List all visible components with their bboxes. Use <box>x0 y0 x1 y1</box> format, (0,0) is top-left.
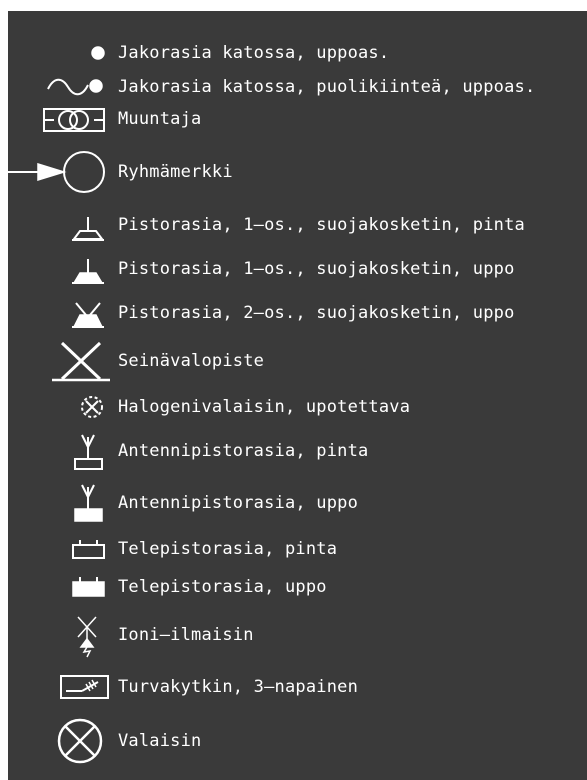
legend-item: Antennipistorasia, pinta <box>8 429 587 473</box>
legend-item-label: Telepistorasia, pinta <box>118 539 338 559</box>
legend-item: Halogenivalaisin, upotettava <box>8 387 587 427</box>
legend-item-label: Halogenivalaisin, upotettava <box>118 397 411 417</box>
socket-earthed-flush-icon <box>72 259 104 284</box>
legend-item-label: Pistorasia, 1–os., suojakosketin, uppo <box>118 259 515 279</box>
transformer-icon <box>43 108 105 132</box>
legend-item-label: Ioni–ilmaisin <box>118 625 254 645</box>
legend-item-label: Pistorasia, 2–os., suojakosketin, uppo <box>118 303 515 323</box>
group-mark-icon <box>0 151 105 193</box>
recessed-halogen-light-icon <box>81 396 103 418</box>
socket-earthed-surface-icon <box>72 217 104 241</box>
legend-item: Pistorasia, 1–os., suojakosketin, pinta <box>8 205 587 245</box>
safety-switch-3-pole-icon <box>60 675 109 699</box>
symbol-legend: Jakorasia katossa, uppoas. Jakorasia kat… <box>0 11 587 780</box>
legend-item: Seinävalopiste <box>8 339 587 383</box>
legend-item-label: Antennipistorasia, uppo <box>118 493 359 513</box>
legend-item-label: Valaisin <box>118 731 202 751</box>
legend-item-label: Seinävalopiste <box>118 351 265 371</box>
legend-item: Telepistorasia, uppo <box>8 567 587 607</box>
legend-item: Turvakytkin, 3–napainen <box>8 667 587 707</box>
antenna-socket-surface-icon <box>74 434 103 470</box>
telephone-socket-flush-icon <box>72 577 105 597</box>
ion-smoke-detector-icon <box>77 616 97 658</box>
legend-item: Ryhmämerkki <box>0 149 587 195</box>
luminaire-icon <box>57 718 103 764</box>
legend-item-label: Antennipistorasia, pinta <box>118 441 369 461</box>
legend-item: Pistorasia, 1–os., suojakosketin, uppo <box>8 249 587 289</box>
wall-light-point-icon <box>52 341 110 382</box>
legend-item: Ioni–ilmaisin <box>8 611 587 659</box>
legend-item-label: Telepistorasia, uppo <box>118 577 327 597</box>
legend-item: Pistorasia, 2–os., suojakosketin, uppo <box>8 293 587 333</box>
legend-item-label: Pistorasia, 1–os., suojakosketin, pinta <box>118 215 525 235</box>
legend-item-label: Jakorasia katossa, puolikiinteä, uppoas. <box>118 77 536 97</box>
legend-item: Valaisin <box>8 717 587 765</box>
legend-item: Antennipistorasia, uppo <box>8 481 587 525</box>
legend-item-label: Ryhmämerkki <box>118 162 233 182</box>
double-socket-earthed-flush-icon <box>72 302 104 328</box>
telephone-socket-surface-icon <box>72 540 105 559</box>
legend-item-label: Turvakytkin, 3–napainen <box>118 677 359 697</box>
legend-item: Telepistorasia, pinta <box>8 529 587 569</box>
legend-item-label: Muuntaja <box>118 109 202 129</box>
legend-item-label: Jakorasia katossa, uppoas. <box>118 43 390 63</box>
legend-item: Muuntaja <box>8 99 587 139</box>
antenna-socket-flush-icon <box>74 484 103 522</box>
